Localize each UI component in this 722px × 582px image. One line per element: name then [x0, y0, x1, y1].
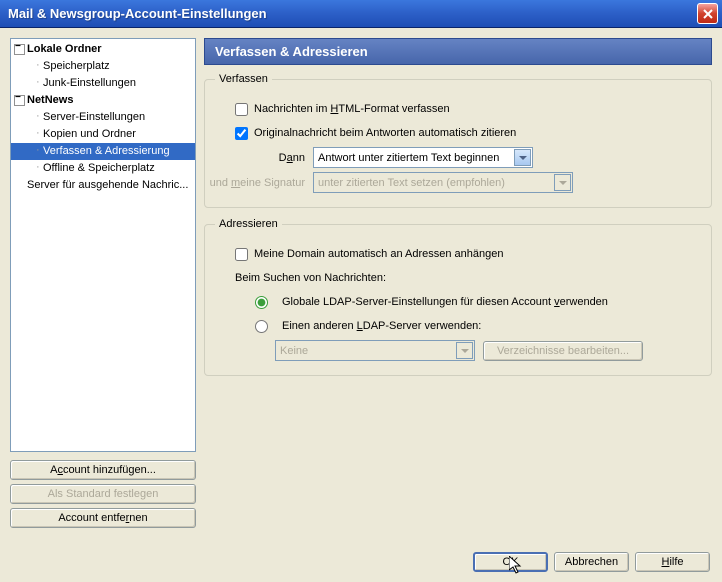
tree-item-storage[interactable]: Speicherplatz	[11, 58, 195, 75]
remove-account-button[interactable]: Account entfernen	[10, 508, 196, 528]
help-button[interactable]: Hilfe	[635, 552, 710, 572]
address-group: Adressieren Meine Domain automatisch an …	[204, 218, 712, 376]
tree-root-local-folders[interactable]: Lokale Ordner	[11, 41, 195, 58]
auto-quote-label[interactable]: Originalnachricht beim Antworten automat…	[254, 127, 516, 139]
account-tree[interactable]: Lokale Ordner Speicherplatz Junk-Einstel…	[10, 38, 196, 452]
cancel-button[interactable]: Abbrechen	[554, 552, 629, 572]
tree-item-junk[interactable]: Junk-Einstellungen	[11, 75, 195, 92]
sidebar-buttons: Account hinzufügen... Als Standard festl…	[10, 460, 196, 528]
close-button[interactable]	[697, 3, 718, 24]
titlebar: Mail & Newsgroup-Account-Einstellungen	[0, 0, 722, 28]
ldap-server-select: Keine	[275, 340, 475, 361]
html-compose-checkbox[interactable]	[235, 103, 248, 116]
signature-position-value: unter zitierten Text setzen (empfohlen)	[318, 177, 505, 189]
search-label: Beim Suchen von Nachrichten:	[235, 272, 386, 284]
tree-item-offline[interactable]: Offline & Speicherplatz	[11, 160, 195, 177]
tree-item-outgoing[interactable]: Server für ausgehende Nachric...	[11, 177, 195, 194]
auto-append-domain-label[interactable]: Meine Domain automatisch an Adressen anh…	[254, 248, 504, 260]
compose-group: Verfassen Nachrichten im HTML-Format ver…	[204, 73, 712, 208]
html-compose-label[interactable]: Nachrichten im HTML-Format verfassen	[254, 103, 450, 115]
chevron-down-icon	[514, 149, 531, 166]
global-ldap-radio[interactable]	[255, 296, 268, 309]
main-panel: Verfassen & Adressieren Verfassen Nachri…	[204, 38, 712, 528]
tree-item-copies[interactable]: Kopien und Ordner	[11, 126, 195, 143]
sidebar: Lokale Ordner Speicherplatz Junk-Einstel…	[10, 38, 196, 528]
then-label: Dann	[255, 152, 305, 164]
close-icon	[703, 9, 713, 19]
compose-legend: Verfassen	[215, 73, 272, 85]
window-title: Mail & Newsgroup-Account-Einstellungen	[4, 6, 697, 21]
global-ldap-label[interactable]: Globale LDAP-Server-Einstellungen für di…	[282, 296, 608, 308]
panel-title: Verfassen & Adressieren	[204, 38, 712, 65]
signature-position-select: unter zitierten Text setzen (empfohlen)	[313, 172, 573, 193]
edit-directories-button: Verzeichnisse bearbeiten...	[483, 341, 643, 361]
reply-position-select[interactable]: Antwort unter zitiertem Text beginnen	[313, 147, 533, 168]
set-default-button: Als Standard festlegen	[10, 484, 196, 504]
tree-root-netnews[interactable]: NetNews	[11, 92, 195, 109]
tree-item-server[interactable]: Server-Einstellungen	[11, 109, 195, 126]
ok-button[interactable]: OK	[473, 552, 548, 572]
chevron-down-icon	[554, 174, 571, 191]
chevron-down-icon	[456, 342, 473, 359]
ldap-server-value: Keine	[280, 345, 308, 357]
auto-quote-checkbox[interactable]	[235, 127, 248, 140]
other-ldap-radio[interactable]	[255, 320, 268, 333]
reply-position-value: Antwort unter zitiertem Text beginnen	[318, 152, 499, 164]
content: Lokale Ordner Speicherplatz Junk-Einstel…	[0, 28, 722, 538]
address-legend: Adressieren	[215, 218, 282, 230]
tree-item-compose[interactable]: Verfassen & Adressierung	[11, 143, 195, 160]
other-ldap-label[interactable]: Einen anderen LDAP-Server verwenden:	[282, 320, 481, 332]
dialog-footer: OK Abbrechen Hilfe	[473, 552, 710, 572]
auto-append-domain-checkbox[interactable]	[235, 248, 248, 261]
add-account-button[interactable]: Account hinzufügen...	[10, 460, 196, 480]
signature-label: und meine Signatur	[205, 177, 305, 189]
